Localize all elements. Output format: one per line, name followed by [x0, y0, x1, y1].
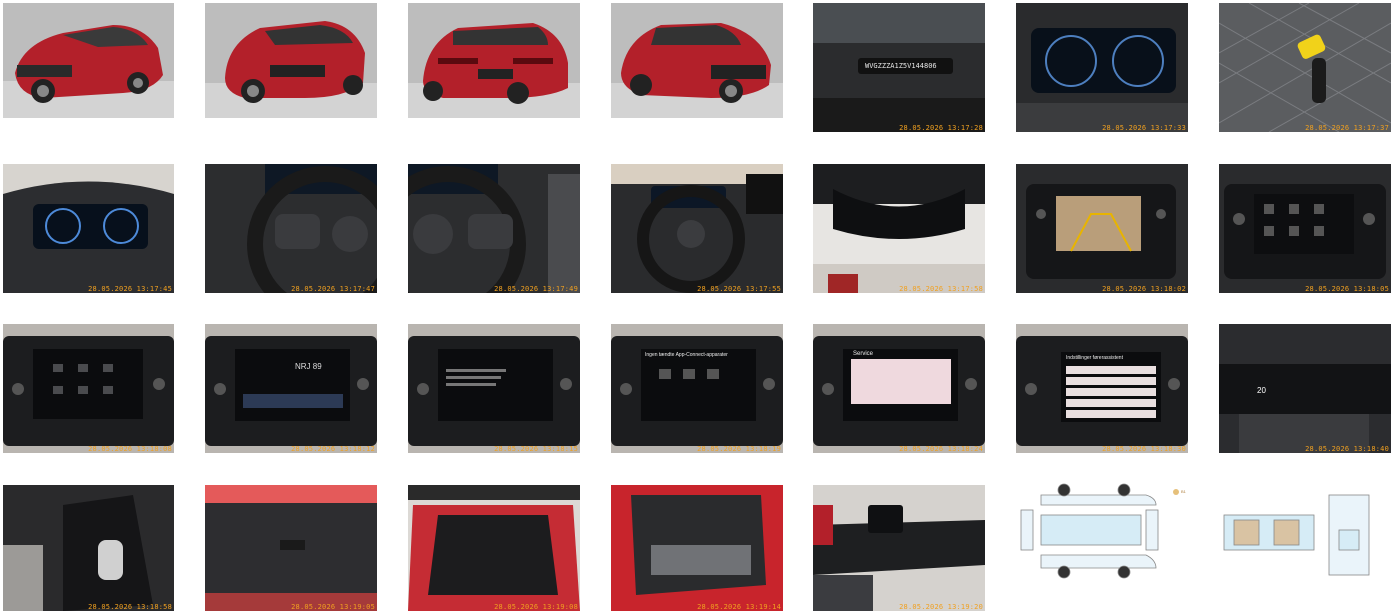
- photo-infotainment-phone[interactable]: 28.05.2026 13:18:15: [408, 324, 580, 453]
- photo-camera-screen[interactable]: 28.05.2026 13:18:02: [1016, 164, 1188, 293]
- photo-digital-cluster[interactable]: 28.05.2026 13:17:33: [1016, 3, 1188, 132]
- app-connect-message: Ingen tændte App-Connect-apparater: [645, 352, 728, 358]
- photo-timestamp: 28.05.2026 13:18:05: [1305, 285, 1389, 293]
- photo-infotainment-service[interactable]: Service 28.05.2026 13:18:24: [813, 324, 985, 453]
- photo-timestamp: 28.05.2026 13:19:08: [494, 603, 578, 611]
- settings-title: Indstillinger førerassistent: [1066, 355, 1123, 361]
- photo-timestamp: 28.05.2026 13:18:02: [1102, 285, 1186, 293]
- vin-number: WVGZZZA1Z5V144806: [865, 62, 937, 70]
- photo-steering-right[interactable]: 28.05.2026 13:17:49: [408, 164, 580, 293]
- photo-car-front-left[interactable]: [3, 3, 174, 118]
- photo-infotainment-home[interactable]: 28.05.2026 13:18:08: [3, 324, 174, 453]
- photo-timestamp: 28.05.2026 13:18:08: [88, 445, 172, 453]
- photo-infotainment-app[interactable]: Ingen tændte App-Connect-apparater 28.05…: [611, 324, 783, 453]
- photo-dashboard[interactable]: 28.05.2026 13:19:20: [813, 485, 985, 611]
- photo-timestamp: 28.05.2026 13:19:20: [899, 603, 983, 611]
- photo-infotainment-menu[interactable]: 28.05.2026 13:18:05: [1219, 164, 1391, 293]
- photo-timestamp: 28.05.2026 13:17:37: [1305, 124, 1389, 132]
- photo-car-front-right[interactable]: [611, 3, 783, 118]
- photo-timestamp: 28.05.2026 13:19:14: [697, 603, 781, 611]
- photo-timestamp: 28.05.2026 13:17:47: [291, 285, 375, 293]
- photo-timestamp: 28.05.2026 13:18:19: [697, 445, 781, 453]
- photo-windshield-vin[interactable]: WVGZZZA1Z5V144806 28.05.2026 13:17:28: [813, 3, 985, 132]
- damage-diagram-exterior[interactable]: B1: [1016, 480, 1188, 615]
- photo-trunk-open[interactable]: 28.05.2026 13:19:08: [408, 485, 580, 611]
- photo-climate[interactable]: 20 28.05.2026 13:18:40: [1219, 324, 1391, 453]
- damage-diagram-interior[interactable]: [1219, 480, 1391, 615]
- photo-timestamp: 28.05.2026 13:17:58: [899, 285, 983, 293]
- photo-timestamp: 28.05.2026 13:18:15: [494, 445, 578, 453]
- photo-timestamp: 28.05.2026 13:18:24: [899, 445, 983, 453]
- photo-car-rear-left[interactable]: [205, 3, 377, 118]
- photo-timestamp: 28.05.2026 13:19:05: [291, 603, 375, 611]
- photo-car-rear[interactable]: [408, 3, 580, 118]
- photo-timestamp: 28.05.2026 13:18:58: [88, 603, 172, 611]
- photo-timestamp: 28.05.2026 13:18:30: [1102, 445, 1186, 453]
- photo-cluster-wide[interactable]: 28.05.2026 13:17:45: [3, 164, 174, 293]
- photo-timestamp: 28.05.2026 13:17:49: [494, 285, 578, 293]
- photo-timestamp: 28.05.2026 13:17:28: [899, 124, 983, 132]
- photo-seat-key[interactable]: 28.05.2026 13:17:37: [1219, 3, 1391, 132]
- photo-steering-left[interactable]: 28.05.2026 13:17:47: [205, 164, 377, 293]
- photo-trunk-lid[interactable]: 28.05.2026 13:19:05: [205, 485, 377, 611]
- photo-timestamp: 28.05.2026 13:18:40: [1305, 445, 1389, 453]
- photo-mirror[interactable]: 28.05.2026 13:17:58: [813, 164, 985, 293]
- radio-station: NRJ 89: [295, 362, 322, 371]
- photo-timestamp: 28.05.2026 13:17:33: [1102, 124, 1186, 132]
- diagram-legend-label: B1: [1181, 489, 1186, 494]
- photo-rear-seat[interactable]: 28.05.2026 13:19:14: [611, 485, 783, 611]
- photo-timestamp: 28.05.2026 13:17:55: [697, 285, 781, 293]
- photo-timestamp: 28.05.2026 13:18:12: [291, 445, 375, 453]
- service-title: Service: [853, 351, 874, 357]
- photo-gear-lever[interactable]: 28.05.2026 13:18:58: [3, 485, 174, 611]
- photo-infotainment-radio[interactable]: NRJ 89 28.05.2026 13:18:12: [205, 324, 377, 453]
- climate-temperature: 20: [1257, 386, 1266, 395]
- photo-steering-full[interactable]: 28.05.2026 13:17:55: [611, 164, 783, 293]
- photo-timestamp: 28.05.2026 13:17:45: [88, 285, 172, 293]
- photo-infotainment-settings[interactable]: Indstillinger førerassistent 28.05.2026 …: [1016, 324, 1188, 453]
